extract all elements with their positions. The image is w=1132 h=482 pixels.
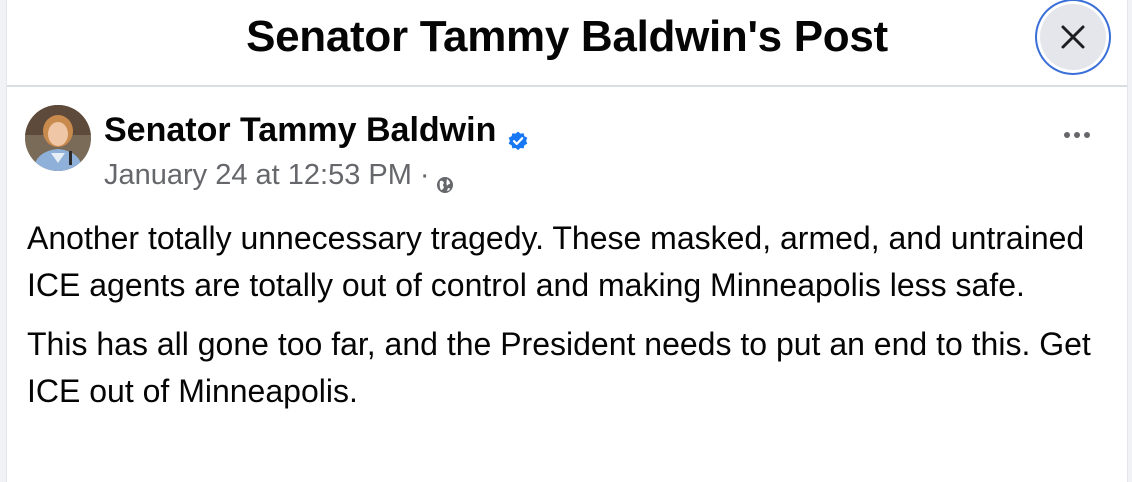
post-paragraph: Another totally unnecessary tragedy. The… bbox=[27, 220, 1085, 303]
close-icon bbox=[1060, 24, 1086, 50]
post-timestamp[interactable]: January 24 at 12:53 PM bbox=[104, 159, 412, 192]
dialog-header: Senator Tammy Baldwin's Post bbox=[7, 0, 1127, 87]
post-dialog: Senator Tammy Baldwin's Post Senator Tam… bbox=[6, 0, 1128, 482]
meta-separator: · bbox=[419, 159, 430, 191]
close-button[interactable] bbox=[1040, 4, 1106, 70]
post-body: Another totally unnecessary tragedy. The… bbox=[27, 215, 1117, 427]
dialog-title: Senator Tammy Baldwin's Post bbox=[246, 12, 888, 61]
author-row: Senator Tammy Baldwin bbox=[104, 111, 528, 150]
author-name[interactable]: Senator Tammy Baldwin bbox=[104, 111, 496, 150]
avatar[interactable] bbox=[25, 105, 91, 171]
verified-badge-icon bbox=[508, 121, 528, 150]
more-options-button[interactable] bbox=[1059, 117, 1095, 153]
more-options-icon bbox=[1063, 126, 1091, 144]
post-paragraph: This has all gone too far, and the Presi… bbox=[27, 326, 1091, 409]
post-meta: January 24 at 12:53 PM · bbox=[104, 159, 454, 193]
globe-icon bbox=[436, 169, 454, 193]
